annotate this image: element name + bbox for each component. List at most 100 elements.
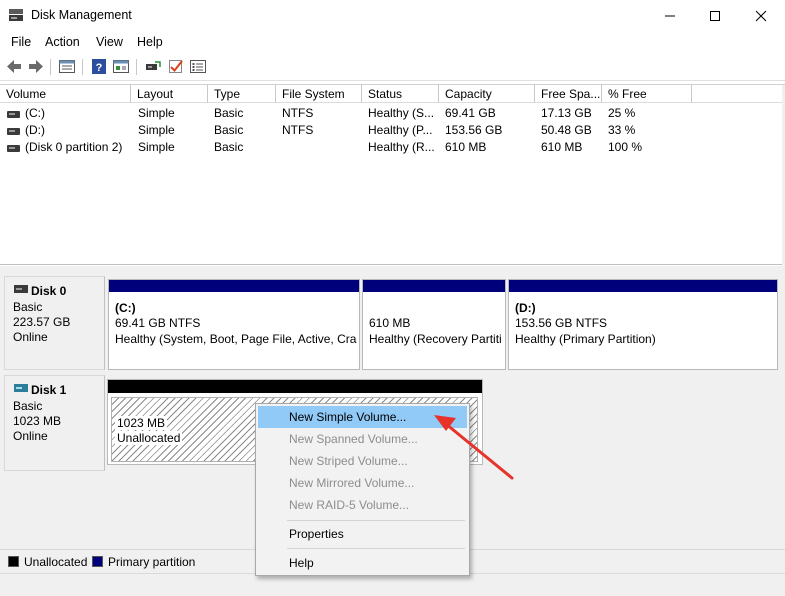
menu-action[interactable]: Action (45, 35, 80, 49)
disk-status: Online (13, 330, 48, 344)
forward-arrow-icon[interactable] (27, 58, 45, 75)
column-header-status[interactable]: Status (362, 85, 439, 103)
disk-drive-icon (14, 384, 28, 392)
column-header-type[interactable]: Type (208, 85, 276, 103)
window-title: Disk Management (31, 8, 132, 22)
volume-list: Volume Layout Type File System Status Ca… (0, 84, 785, 266)
cell-percent-free: 33 % (608, 123, 636, 137)
cell-free-space: 610 MB (541, 140, 583, 154)
cell-free-space: 50.48 GB (541, 123, 592, 137)
volume-drive-icon (7, 111, 20, 118)
title-bar: Disk Management (0, 0, 785, 31)
partition-status: Healthy (System, Boot, Page File, Active… (115, 332, 357, 346)
menu-file[interactable]: File (11, 35, 31, 49)
partition-size: 610 MB (369, 316, 411, 330)
cell-layout: Simple (138, 106, 175, 120)
column-header-capacity[interactable]: Capacity (439, 85, 535, 103)
cell-status: Healthy (P... (368, 123, 433, 137)
menu-view[interactable]: View (96, 35, 123, 49)
disk-drive-icon (14, 285, 28, 293)
partition-color-bar (109, 280, 359, 292)
back-arrow-icon[interactable] (5, 58, 23, 75)
context-menu: New Simple Volume... New Spanned Volume.… (255, 403, 470, 576)
toolbar-separator (82, 59, 83, 75)
connect-icon[interactable] (144, 58, 162, 75)
disk-type: Basic (13, 300, 43, 314)
legend-label: Primary partition (108, 555, 196, 569)
checkmark-icon[interactable] (167, 58, 185, 75)
menu-item-new-raid5-volume[interactable]: New RAID-5 Volume... (258, 494, 467, 516)
disk-size: 1023 MB (13, 414, 62, 428)
close-button[interactable] (738, 0, 784, 31)
cell-capacity: 69.41 GB (445, 106, 496, 120)
minimize-icon (665, 15, 675, 16)
unallocated-size: 1023 MB (115, 416, 168, 430)
partition-label: (D:) (515, 301, 536, 315)
properties-icon[interactable] (112, 58, 130, 75)
cell-free-space: 17.13 GB (541, 106, 592, 120)
partition-size: 153.56 GB NTFS (515, 316, 608, 330)
cell-capacity: 153.56 GB (445, 123, 503, 137)
column-header-volume[interactable]: Volume (0, 85, 131, 103)
cell-type: Basic (214, 123, 244, 137)
disk-name: Disk 1 (31, 383, 67, 397)
menu-item-new-simple-volume[interactable]: New Simple Volume... (258, 406, 467, 428)
menu-item-properties[interactable]: Properties (258, 523, 467, 545)
help-book-icon[interactable]: ? (90, 58, 108, 75)
column-header-file-system[interactable]: File System (276, 85, 362, 103)
maximize-icon (710, 10, 720, 21)
maximize-button[interactable] (692, 0, 738, 31)
disk-size: 223.57 GB (13, 315, 71, 329)
disk-status: Online (13, 429, 48, 443)
menu-item-new-mirrored-volume[interactable]: New Mirrored Volume... (258, 472, 467, 494)
legend-swatch-unallocated (8, 556, 19, 567)
partition-color-bar (509, 280, 777, 292)
partition-c[interactable]: (C:) 69.41 GB NTFS Healthy (System, Boot… (108, 279, 360, 370)
column-header-layout[interactable]: Layout (131, 85, 208, 103)
cell-status: Healthy (R... (368, 140, 435, 154)
menu-bar: File Action View Help (0, 31, 785, 53)
cell-volume: (Disk 0 partition 2) (25, 140, 123, 154)
cell-percent-free: 100 % (608, 140, 643, 154)
settings-list-icon[interactable] (189, 58, 207, 75)
menu-item-new-striped-volume[interactable]: New Striped Volume... (258, 450, 467, 472)
unallocated-color-bar (108, 380, 482, 393)
toolbar-separator (50, 59, 51, 75)
partition-size: 69.41 GB NTFS (115, 316, 201, 330)
volume-drive-icon (7, 145, 20, 152)
cell-file-system: NTFS (282, 106, 314, 120)
minimize-button[interactable] (647, 0, 693, 31)
partition-label: (C:) (115, 301, 136, 315)
disk-type: Basic (13, 399, 43, 413)
menu-item-help[interactable]: Help (258, 552, 467, 574)
partition-status: Healthy (Primary Partition) (515, 332, 656, 346)
cell-volume: (D:) (25, 123, 45, 137)
cell-file-system: NTFS (282, 123, 314, 137)
partition-recovery[interactable]: 610 MB Healthy (Recovery Partiti (362, 279, 506, 370)
toolbar-separator (136, 59, 137, 75)
menu-help[interactable]: Help (137, 35, 163, 49)
disk-name: Disk 0 (31, 284, 67, 298)
column-header-blank (692, 85, 782, 103)
unallocated-status: Unallocated (115, 431, 183, 445)
cell-status: Healthy (S... (368, 106, 435, 120)
cell-layout: Simple (138, 140, 175, 154)
partition-status: Healthy (Recovery Partiti (369, 332, 502, 346)
legend-swatch-primary (92, 556, 103, 567)
disk-0-label[interactable]: Disk 0 Basic 223.57 GB Online (4, 276, 105, 370)
toolbar: ? (0, 53, 785, 81)
menu-separator (287, 548, 465, 549)
partition-d[interactable]: (D:) 153.56 GB NTFS Healthy (Primary Par… (508, 279, 778, 370)
svg-text:?: ? (96, 62, 103, 74)
column-header-percent-free[interactable]: % Free (602, 85, 692, 103)
legend-label: Unallocated (24, 555, 88, 569)
disk-1-label[interactable]: Disk 1 Basic 1023 MB Online (4, 375, 105, 471)
column-header-free-space[interactable]: Free Spa... (535, 85, 602, 103)
menu-item-new-spanned-volume[interactable]: New Spanned Volume... (258, 428, 467, 450)
list-view-icon[interactable] (58, 58, 76, 75)
cell-percent-free: 25 % (608, 106, 636, 120)
cell-capacity: 610 MB (445, 140, 487, 154)
cell-layout: Simple (138, 123, 175, 137)
status-bar (0, 573, 785, 596)
menu-separator (287, 520, 465, 521)
